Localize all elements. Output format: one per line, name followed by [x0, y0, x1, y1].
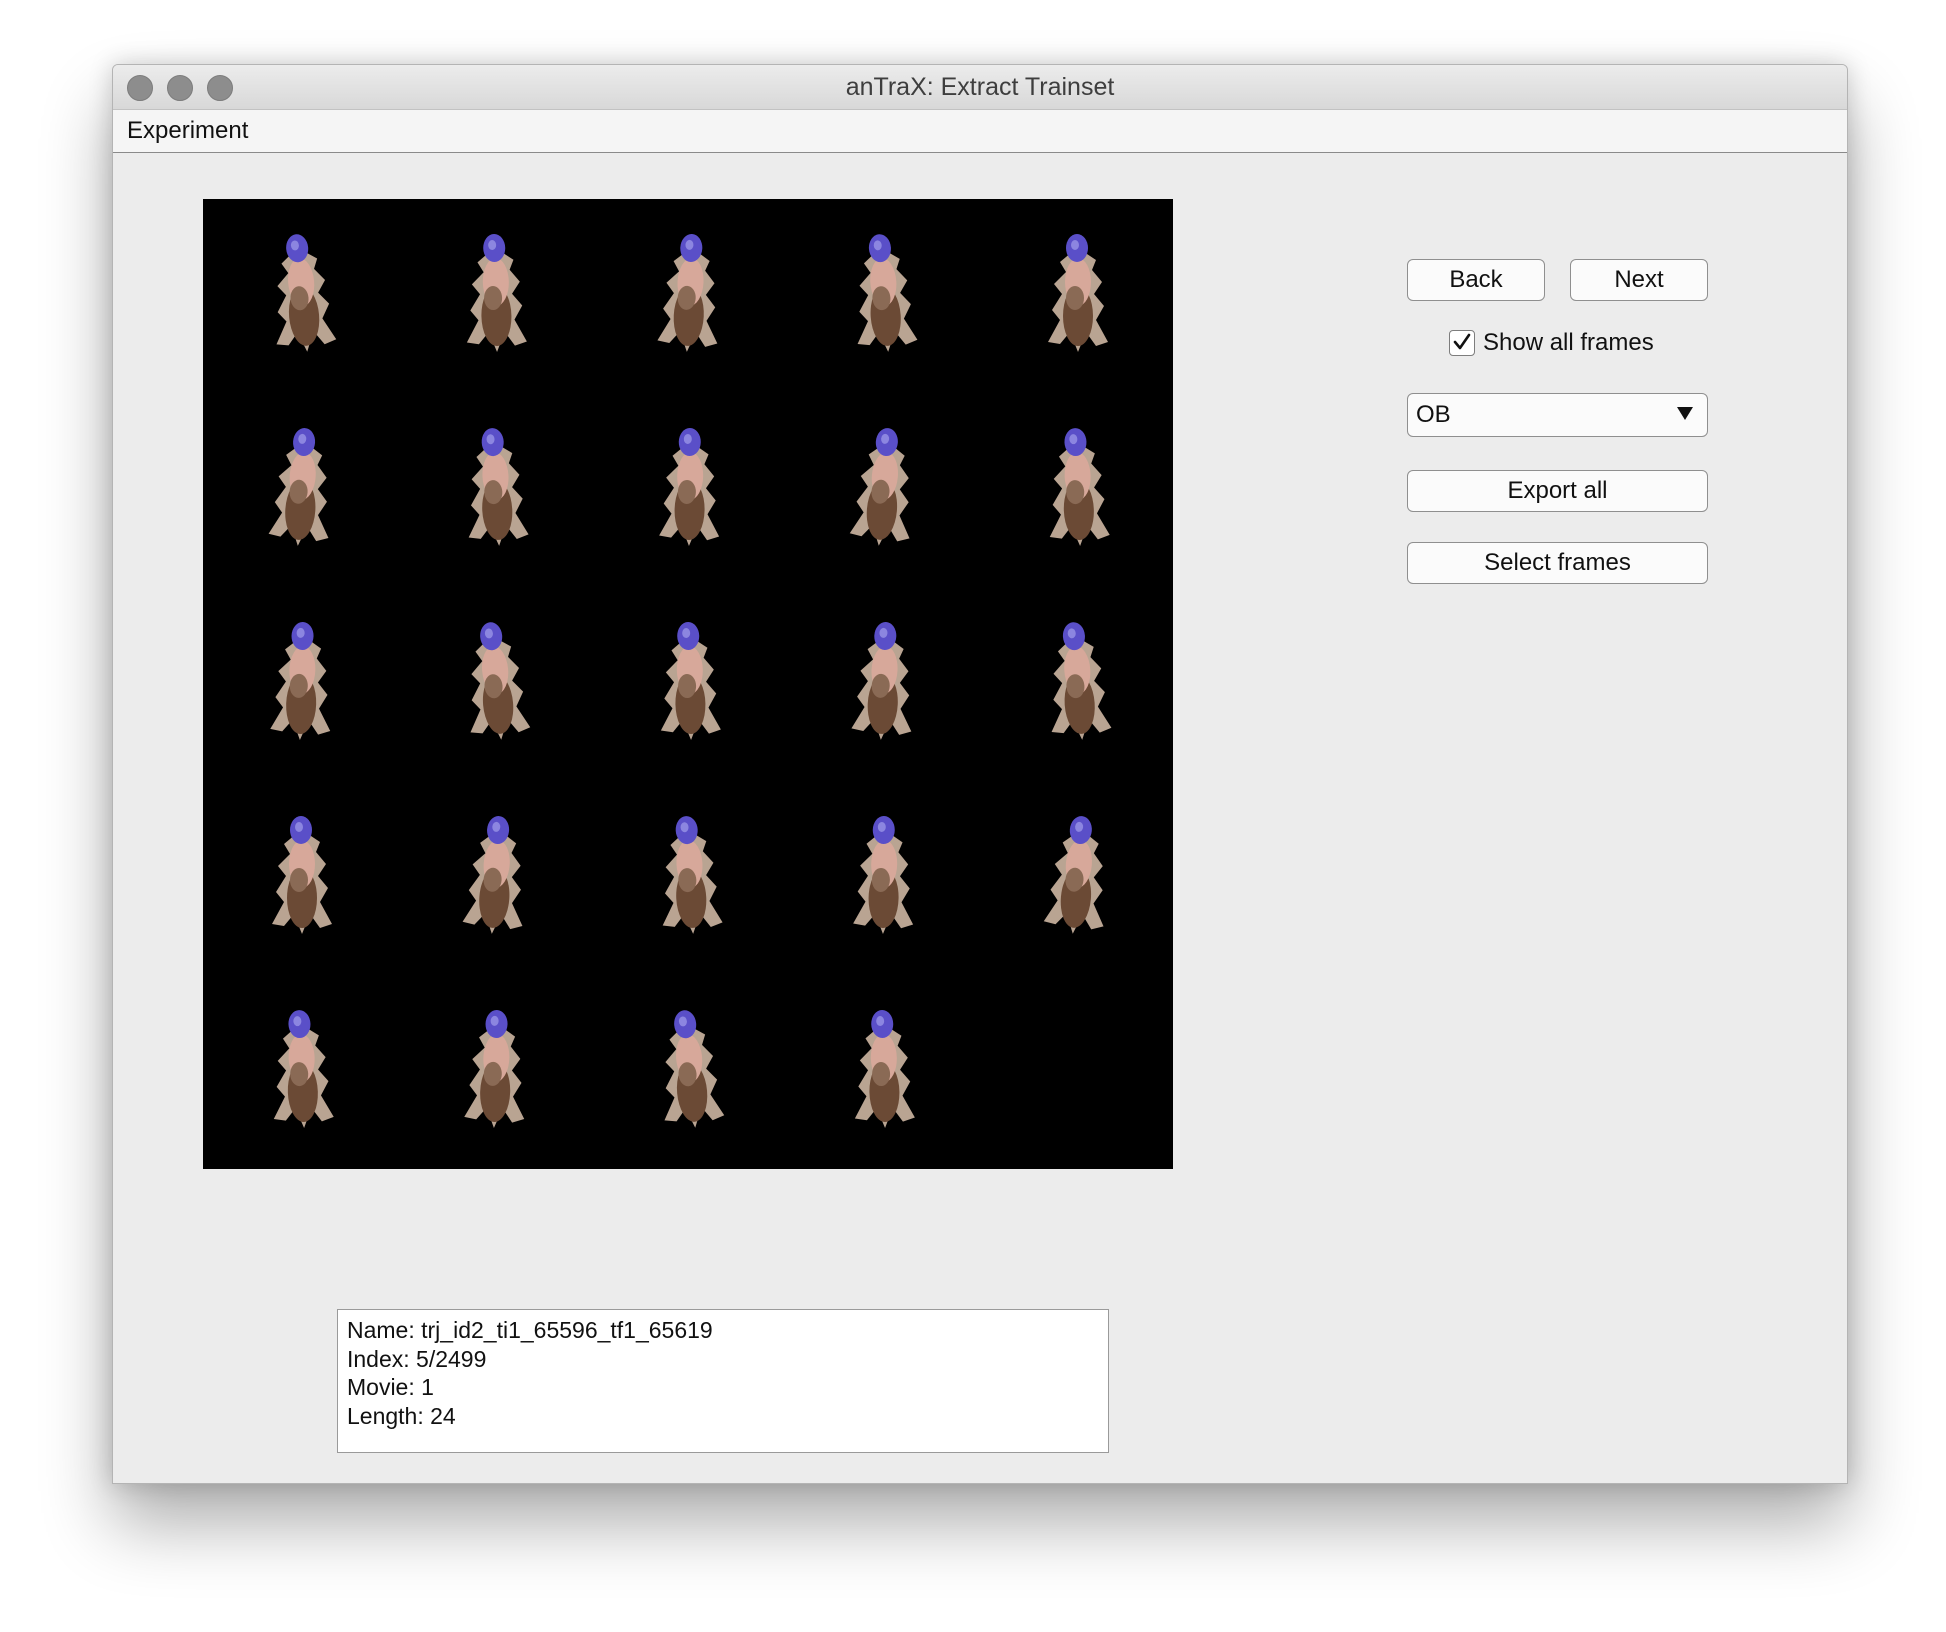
info-text-box: Name: trj_id2_ti1_65596_tf1_65619 Index:…	[337, 1309, 1109, 1453]
info-index: Index: 5/2499	[347, 1345, 487, 1372]
info-movie: Movie: 1	[347, 1374, 434, 1400]
ant-frame-thumbnail[interactable]	[657, 233, 723, 354]
ant-frame-thumbnail[interactable]	[659, 621, 721, 740]
show-all-frames-checkbox[interactable]	[1449, 330, 1475, 356]
ant-frame-thumbnail[interactable]	[1043, 814, 1113, 937]
next-button[interactable]: Next	[1570, 259, 1708, 301]
ant-frame-thumbnail[interactable]	[462, 814, 530, 936]
back-button[interactable]: Back	[1407, 259, 1545, 301]
ant-frame-thumbnail[interactable]	[853, 815, 915, 934]
select-frames-button[interactable]: Select frames	[1407, 542, 1708, 584]
checkmark-icon	[1453, 333, 1471, 350]
frames-grid	[267, 232, 1113, 1131]
ant-frame-thumbnail[interactable]	[659, 427, 721, 546]
app-window: anTraX: Extract Trainset Experiment Back…	[112, 64, 1848, 1484]
ant-frame-thumbnail[interactable]	[655, 1008, 725, 1131]
menu-bar: Experiment	[113, 110, 1847, 153]
ant-frame-thumbnail[interactable]	[851, 621, 917, 742]
ant-frame-thumbnail[interactable]	[272, 816, 332, 934]
ant-frame-thumbnail[interactable]	[267, 232, 337, 355]
ant-frame-thumbnail[interactable]	[853, 1009, 915, 1128]
show-all-frames-checkbox-row[interactable]: Show all frames	[1449, 327, 1654, 359]
window-title: anTraX: Extract Trainset	[845, 73, 1115, 101]
frames-axes	[203, 199, 1173, 1169]
show-all-frames-label: Show all frames	[1483, 329, 1654, 356]
ant-frame-thumbnail[interactable]	[465, 233, 527, 352]
ant-frame-thumbnail[interactable]	[1044, 620, 1112, 742]
ant-frame-thumbnail[interactable]	[657, 815, 723, 936]
ant-frame-thumbnail[interactable]	[464, 1009, 528, 1129]
info-length: Length: 24	[347, 1402, 456, 1429]
ant-frame-thumbnail[interactable]	[1046, 427, 1110, 547]
ant-frame-thumbnail[interactable]	[1048, 234, 1108, 352]
info-name: Name: trj_id2_ti1_65596_tf1_65619	[347, 1317, 713, 1343]
ant-frame-thumbnail[interactable]	[850, 232, 918, 354]
dropdown-arrow-icon	[1677, 407, 1693, 420]
ant-frame-thumbnail[interactable]	[270, 621, 334, 741]
title-bar: anTraX: Extract Trainset	[113, 65, 1847, 110]
label-dropdown-value: OB	[1416, 401, 1451, 428]
menu-experiment[interactable]: Experiment	[127, 117, 248, 145]
export-all-button[interactable]: Export all	[1407, 470, 1708, 512]
ant-frame-thumbnail[interactable]	[268, 426, 336, 548]
ant-frame-thumbnail[interactable]	[463, 427, 529, 548]
label-dropdown[interactable]: OB	[1407, 393, 1708, 437]
ant-frame-thumbnail[interactable]	[270, 1009, 334, 1129]
ant-frame-thumbnail[interactable]	[849, 426, 919, 549]
ant-frame-thumbnail[interactable]	[461, 620, 531, 743]
